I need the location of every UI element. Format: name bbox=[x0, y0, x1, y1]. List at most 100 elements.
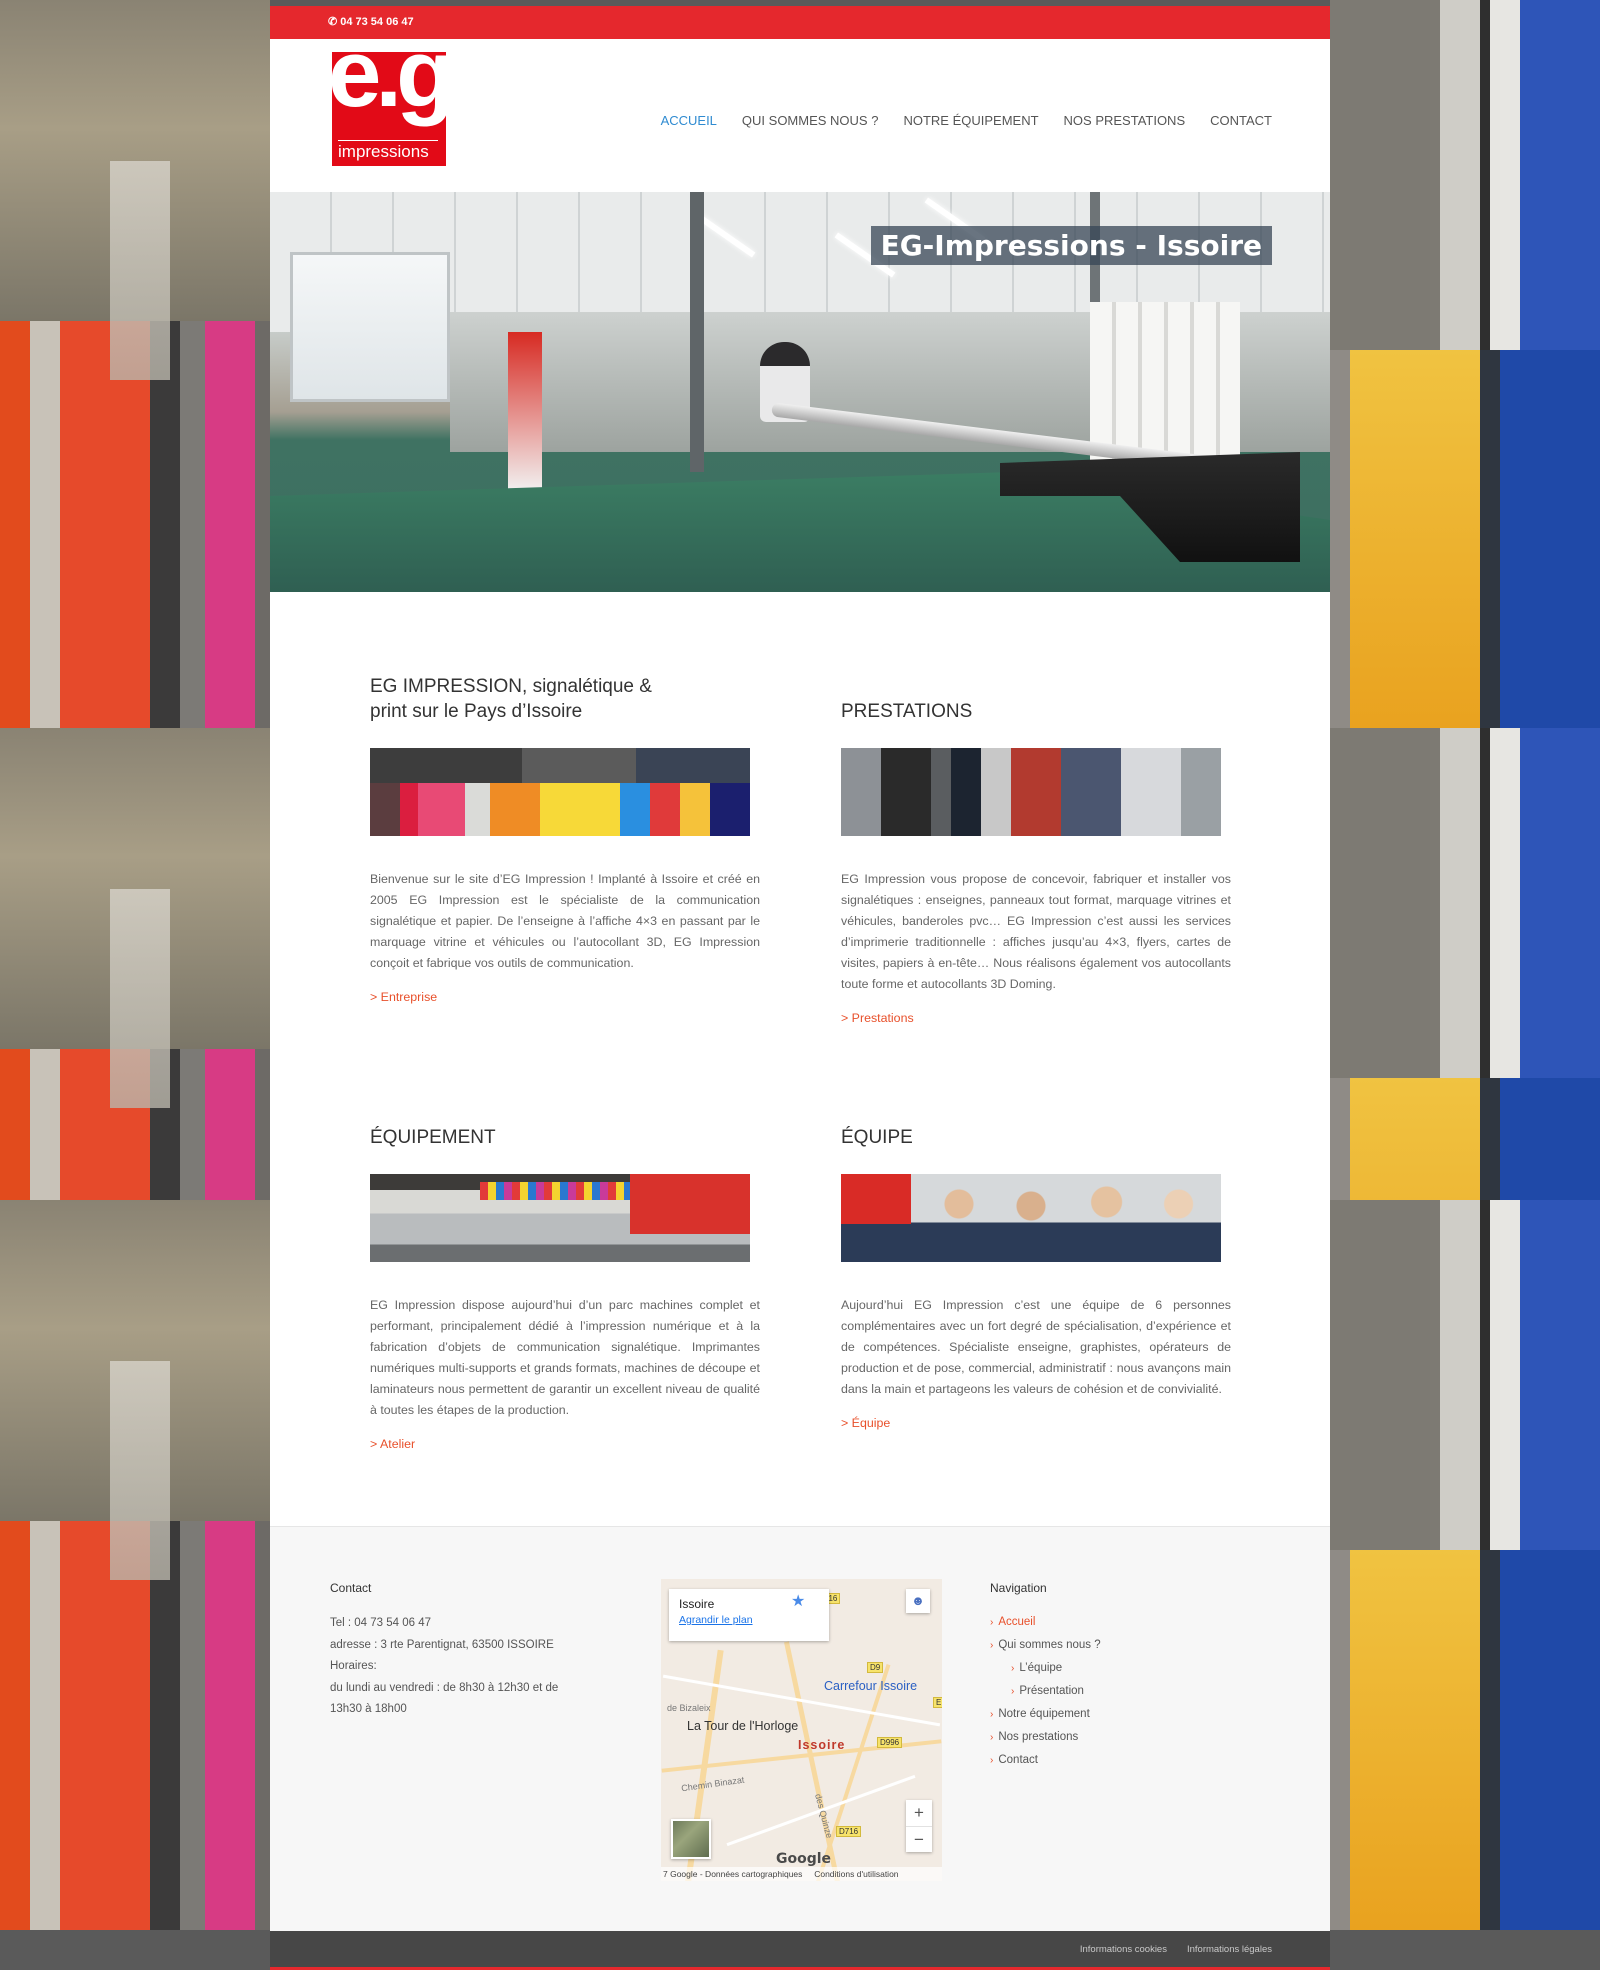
chevron-right-icon: › bbox=[1011, 1663, 1015, 1674]
map-label-bizaleix: de Bizaleix bbox=[667, 1703, 711, 1713]
satellite-toggle[interactable] bbox=[671, 1819, 711, 1859]
footer-nav-accueil[interactable]: Accueil bbox=[998, 1616, 1035, 1628]
nav-accueil[interactable]: ACCUEIL bbox=[661, 113, 717, 128]
footer-nav-item: › Nos prestations bbox=[990, 1726, 1250, 1749]
content: EG IMPRESSION, signalétique & print sur … bbox=[270, 592, 1330, 1527]
link-atelier[interactable]: > Atelier bbox=[370, 1437, 680, 1451]
card-title: ÉQUIPE bbox=[841, 1127, 913, 1148]
card-text: EG Impression vous propose de concevoir,… bbox=[841, 872, 1231, 991]
footer-contact-lines: Tel : 04 73 54 06 47 adresse : 3 rte Par… bbox=[330, 1613, 590, 1721]
card-equipement: ÉQUIPEMENT EG Impression dispose aujourd… bbox=[370, 1125, 760, 1451]
footer-nav-item: › Accueil bbox=[990, 1611, 1250, 1634]
logo-mark: e.g bbox=[332, 52, 446, 127]
hero-banner: EG-Impressions - Issoire bbox=[270, 192, 1330, 592]
nav-notre-equipement[interactable]: NOTRE ÉQUIPEMENT bbox=[903, 113, 1038, 128]
logo-subtitle: impressions bbox=[338, 140, 438, 162]
footer-tel: Tel : 04 73 54 06 47 bbox=[330, 1617, 432, 1629]
footer-nav-prestations[interactable]: Nos prestations bbox=[998, 1731, 1078, 1743]
hero-rollup-banner bbox=[508, 332, 542, 492]
card-text: EG Impression dispose aujourd’hui d’un p… bbox=[370, 1298, 760, 1417]
footer-nav-item: › L’équipe bbox=[990, 1657, 1250, 1680]
bottom-bar: Informations cookies Informations légale… bbox=[270, 1931, 1330, 1970]
google-map[interactable]: 716 D9 D996 D716 E Carrefour Issoire de … bbox=[661, 1579, 942, 1881]
card-title: EG IMPRESSION, signalétique & print sur … bbox=[370, 676, 652, 722]
cookies-link[interactable]: Informations cookies bbox=[1080, 1944, 1167, 1955]
link-prestations[interactable]: > Prestations bbox=[841, 1011, 1151, 1025]
map-attribution: 7 Google - Données cartographiques Condi… bbox=[661, 1867, 942, 1881]
card-equipe: ÉQUIPE Aujourd’hui EG Impression c’est u… bbox=[841, 1125, 1231, 1430]
site-container: ✆ 04 73 54 06 47 e.g impressions ACCUEIL … bbox=[270, 6, 1330, 1970]
card-title: PRESTATIONS bbox=[841, 701, 973, 722]
card-entreprise: EG IMPRESSION, signalétique & print sur … bbox=[370, 674, 760, 1004]
nav-nos-prestations[interactable]: NOS PRESTATIONS bbox=[1064, 113, 1186, 128]
nav-qui-sommes-nous[interactable]: QUI SOMMES NOUS ? bbox=[742, 113, 879, 128]
link-equipe[interactable]: > Équipe bbox=[841, 1416, 1151, 1430]
map-label-city: Issoire bbox=[798, 1738, 846, 1752]
hero-title: EG-Impressions - Issoire bbox=[870, 226, 1272, 265]
footer-navigation: Navigation › Accueil › Qui sommes nous ? ›… bbox=[990, 1581, 1250, 1772]
card-title: ÉQUIPEMENT bbox=[370, 1127, 496, 1148]
chevron-right-icon: › bbox=[990, 1617, 994, 1628]
map-enlarge-link[interactable]: Agrandir le plan bbox=[679, 1614, 819, 1626]
hero-pillar bbox=[690, 192, 704, 472]
map-road bbox=[815, 1664, 891, 1881]
footer-nav-equipe[interactable]: L’équipe bbox=[1019, 1662, 1062, 1674]
map-terms-link[interactable]: Conditions d'utilisation bbox=[814, 1869, 898, 1879]
zoom-in-button[interactable]: + bbox=[906, 1800, 932, 1826]
legal-link[interactable]: Informations légales bbox=[1187, 1944, 1272, 1955]
footer-nav-presentation[interactable]: Présentation bbox=[1019, 1685, 1084, 1697]
card-image bbox=[841, 748, 1221, 836]
map-label-binazat: Chemin Binazat bbox=[680, 1774, 745, 1794]
map-label-carrefour: Carrefour Issoire bbox=[824, 1679, 918, 1693]
footer-nav-title: Navigation bbox=[990, 1581, 1047, 1595]
footer-contact: Contact Tel : 04 73 54 06 47 adresse : 3… bbox=[330, 1581, 590, 1721]
card-text: Aujourd’hui EG Impression c’est une équi… bbox=[841, 1298, 1231, 1396]
map-label-tour: La Tour de l'Horloge bbox=[687, 1719, 799, 1733]
footer-nav-equipement[interactable]: Notre équipement bbox=[998, 1708, 1089, 1720]
hero-paper-rolls bbox=[1090, 302, 1240, 462]
footer-contact-title: Contact bbox=[330, 1581, 372, 1595]
map-label-quinze: des Quinze bbox=[813, 1792, 835, 1840]
footer-nav-item: › Notre équipement bbox=[990, 1703, 1250, 1726]
chevron-right-icon: › bbox=[1011, 1686, 1015, 1697]
card-prestations: PRESTATIONS EG Impression vous propose d… bbox=[841, 699, 1231, 1025]
footer: Contact Tel : 04 73 54 06 47 adresse : 3… bbox=[270, 1526, 1330, 1936]
top-bar: ✆ 04 73 54 06 47 bbox=[270, 6, 1330, 39]
card-image bbox=[370, 1174, 750, 1262]
chevron-right-icon: › bbox=[990, 1640, 994, 1651]
footer-nav-list: › Accueil › Qui sommes nous ? › L’équipe › P… bbox=[990, 1611, 1250, 1772]
phone-icon: ✆ bbox=[328, 16, 338, 28]
footer-address: adresse : 3 rte Parentignat, 63500 ISSOI… bbox=[330, 1638, 554, 1651]
top-phone[interactable]: 04 73 54 06 47 bbox=[340, 16, 413, 28]
star-icon[interactable]: ★ bbox=[791, 1591, 805, 1611]
link-entreprise[interactable]: > Entreprise bbox=[370, 990, 680, 1004]
bottom-links: Informations cookies Informations légale… bbox=[1080, 1944, 1272, 1955]
card-image bbox=[370, 748, 750, 836]
footer-nav-contact[interactable]: Contact bbox=[998, 1754, 1038, 1766]
chevron-right-icon: › bbox=[990, 1755, 994, 1766]
footer-hours: du lundi au vendredi : de 8h30 à 12h30 e… bbox=[330, 1681, 559, 1716]
footer-nav-qui-sommes-nous[interactable]: Qui sommes nous ? bbox=[998, 1639, 1100, 1651]
chevron-right-icon: › bbox=[990, 1709, 994, 1720]
footer-nav-item: › Contact bbox=[990, 1749, 1250, 1772]
hero-window bbox=[290, 252, 450, 402]
map-road bbox=[784, 1641, 843, 1881]
main-nav: ACCUEIL QUI SOMMES NOUS ? NOTRE ÉQUIPEME… bbox=[661, 113, 1272, 128]
map-road-shield: D716 bbox=[836, 1826, 862, 1837]
footer-nav-item: › Qui sommes nous ? bbox=[990, 1634, 1250, 1657]
map-road-shield: D996 bbox=[877, 1737, 903, 1748]
map-zoom-controls: + − bbox=[906, 1800, 932, 1852]
zoom-out-button[interactable]: − bbox=[906, 1826, 932, 1852]
map-road-shield: E bbox=[933, 1697, 942, 1708]
card-text: Bienvenue sur le site d’EG Impression ! … bbox=[370, 872, 760, 970]
map-road-shield: D9 bbox=[867, 1662, 884, 1673]
google-logo: Google bbox=[776, 1851, 832, 1867]
header: e.g impressions ACCUEIL QUI SOMMES NOUS … bbox=[270, 39, 1330, 192]
chevron-right-icon: › bbox=[990, 1732, 994, 1743]
logo[interactable]: e.g impressions bbox=[332, 52, 446, 166]
pegman-icon[interactable]: ☻ bbox=[906, 1589, 930, 1613]
card-image bbox=[841, 1174, 1221, 1262]
footer-hours-label: Horaires: bbox=[330, 1660, 377, 1672]
nav-contact[interactable]: CONTACT bbox=[1210, 113, 1272, 128]
footer-nav-item: › Présentation bbox=[990, 1680, 1250, 1703]
